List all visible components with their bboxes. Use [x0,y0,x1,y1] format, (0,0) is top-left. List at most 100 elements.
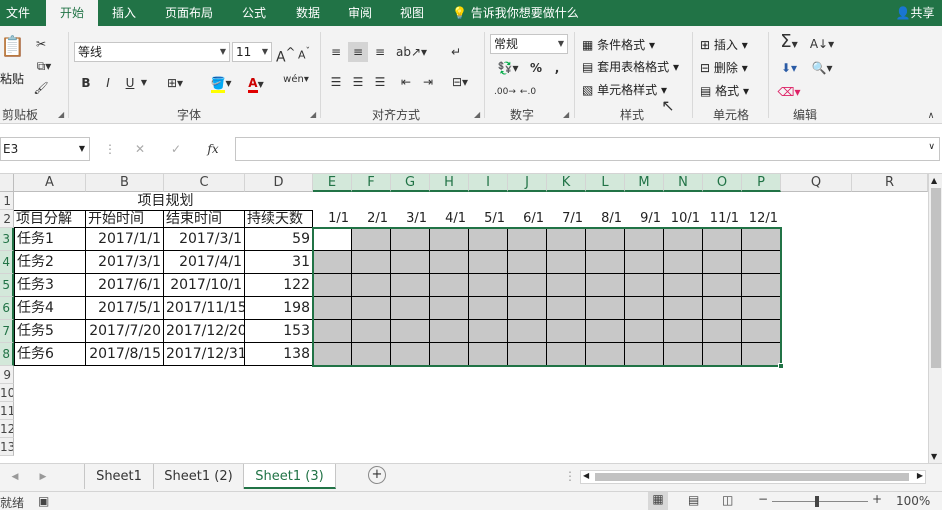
row-header[interactable]: 11 [0,402,14,420]
gantt-cell[interactable] [547,297,586,320]
gantt-cell[interactable] [352,251,391,274]
worksheet-grid[interactable]: ABCDEFGHIJKLMNOPQR 1 2 3 4 5 6 7 8 9 10 11 12 13 项目规… [0,174,928,463]
scroll-tabs-left-icon[interactable]: ◀ [8,467,22,487]
gantt-cell[interactable] [664,228,703,251]
column-header[interactable]: O [703,174,742,192]
gantt-cell[interactable] [625,274,664,297]
gantt-cell[interactable] [547,228,586,251]
duration-cell[interactable]: 122 [245,274,313,297]
task-name-cell[interactable]: 任务3 [14,274,86,297]
gantt-cell[interactable] [391,251,430,274]
normal-view-icon[interactable]: ▦ [648,492,668,510]
column-header[interactable]: R [852,174,928,192]
scroll-tabs-right-icon[interactable]: ▶ [36,467,50,487]
gantt-cell[interactable] [430,274,469,297]
column-header[interactable]: D [245,174,313,192]
wrap-text-icon[interactable]: ↵ [446,42,466,62]
conditional-formatting-button[interactable]: ▦ 条件格式 ▾ [582,36,655,54]
end-date-cell[interactable]: 2017/4/1 [164,251,245,274]
row-header[interactable]: 7 [0,320,14,343]
paste-label[interactable]: 粘贴 [0,70,24,88]
column-header[interactable]: F [352,174,391,192]
gantt-cell[interactable] [586,228,625,251]
tab-file[interactable]: 文件 [0,0,36,26]
tab-view[interactable]: 视图 [392,0,432,26]
macro-record-icon[interactable]: ▣ [38,494,49,508]
gantt-cell[interactable] [586,320,625,343]
gantt-cell[interactable] [703,297,742,320]
name-box[interactable]: E3 ▼ [0,137,90,161]
gantt-cell[interactable] [391,228,430,251]
gantt-cell[interactable] [469,297,508,320]
cut-icon[interactable]: ✂ [32,34,50,54]
decrease-decimal-icon[interactable]: ←.0 [518,82,538,102]
gantt-cell[interactable] [508,297,547,320]
gantt-cell[interactable] [664,274,703,297]
column-header[interactable]: P [742,174,781,192]
gantt-cell[interactable] [430,228,469,251]
dialog-launcher-icon[interactable]: ◢ [474,110,480,119]
gantt-cell[interactable] [703,251,742,274]
row-header[interactable]: 10 [0,384,14,402]
duration-cell[interactable]: 153 [245,320,313,343]
task-name-cell[interactable]: 任务2 [14,251,86,274]
shrink-font-button[interactable]: Aˇ [296,42,312,66]
gantt-cell[interactable] [742,343,781,366]
delete-cells-button[interactable]: ⊟ 删除 ▾ [700,59,748,77]
increase-decimal-icon[interactable]: .00→ [494,82,516,102]
task-name-cell[interactable]: 任务1 [14,228,86,251]
gantt-cell[interactable] [547,274,586,297]
format-cells-button[interactable]: ▤ 格式 ▾ [700,82,749,100]
gantt-cell[interactable] [313,343,352,366]
header-cell[interactable]: 项目分解 [14,210,86,228]
task-name-cell[interactable]: 任务4 [14,297,86,320]
gantt-cell[interactable] [586,297,625,320]
column-header[interactable]: Q [781,174,852,192]
gantt-cell[interactable] [469,251,508,274]
zoom-slider[interactable] [772,501,868,502]
month-header[interactable]: 2/1 [352,210,391,228]
row-header[interactable]: 5 [0,274,14,297]
gantt-cell[interactable] [703,274,742,297]
duration-cell[interactable]: 59 [245,228,313,251]
header-cell[interactable]: 开始时间 [86,210,164,228]
gantt-cell[interactable] [742,228,781,251]
gantt-cell[interactable] [313,297,352,320]
row-header[interactable]: 2 [0,210,14,228]
underline-button[interactable]: U [122,73,138,93]
row-header[interactable]: 6 [0,297,14,320]
cell-styles-button[interactable]: ▧ 单元格样式 ▾ [582,81,667,99]
bold-button[interactable]: B [78,73,94,93]
format-as-table-button[interactable]: ▤ 套用表格格式 ▾ [582,58,679,76]
fill-icon[interactable]: ⬇▾ [774,58,804,78]
start-date-cell[interactable]: 2017/7/20 [86,320,164,343]
end-date-cell[interactable]: 2017/12/20 [164,320,245,343]
accounting-format-icon[interactable]: 💱▾ [492,58,524,78]
gantt-cell[interactable] [352,343,391,366]
scroll-up-icon[interactable]: ▲ [931,176,937,185]
dialog-launcher-icon[interactable]: ◢ [58,110,64,119]
month-header[interactable]: 9/1 [625,210,664,228]
month-header[interactable]: 3/1 [391,210,430,228]
confirm-entry-icon[interactable]: ✓ [166,139,186,159]
row-header[interactable]: 4 [0,251,14,274]
tab-home[interactable]: 开始 [46,0,98,26]
end-date-cell[interactable]: 2017/3/1 [164,228,245,251]
zoom-out-icon[interactable]: − [758,492,768,506]
zoom-in-icon[interactable]: + [872,492,882,506]
decrease-indent-icon[interactable]: ⇤ [396,72,416,92]
gantt-cell[interactable] [508,251,547,274]
sheet-tab-3[interactable]: Sheet1 (3) [244,464,336,489]
month-header[interactable]: 10/1 [664,210,703,228]
expand-formula-icon[interactable]: ∨ [928,142,935,152]
start-date-cell[interactable]: 2017/1/1 [86,228,164,251]
end-date-cell[interactable]: 2017/11/15 [164,297,245,320]
dialog-launcher-icon[interactable]: ◢ [310,110,316,119]
sheet-tab-2[interactable]: Sheet1 (2) [154,464,244,489]
zoom-slider-thumb[interactable] [815,496,819,507]
month-header[interactable]: 8/1 [586,210,625,228]
row-header[interactable]: 3 [0,228,14,251]
gantt-cell[interactable] [352,320,391,343]
cancel-entry-icon[interactable]: ✕ [130,139,150,159]
table-title[interactable]: 项目规划 [86,192,245,210]
